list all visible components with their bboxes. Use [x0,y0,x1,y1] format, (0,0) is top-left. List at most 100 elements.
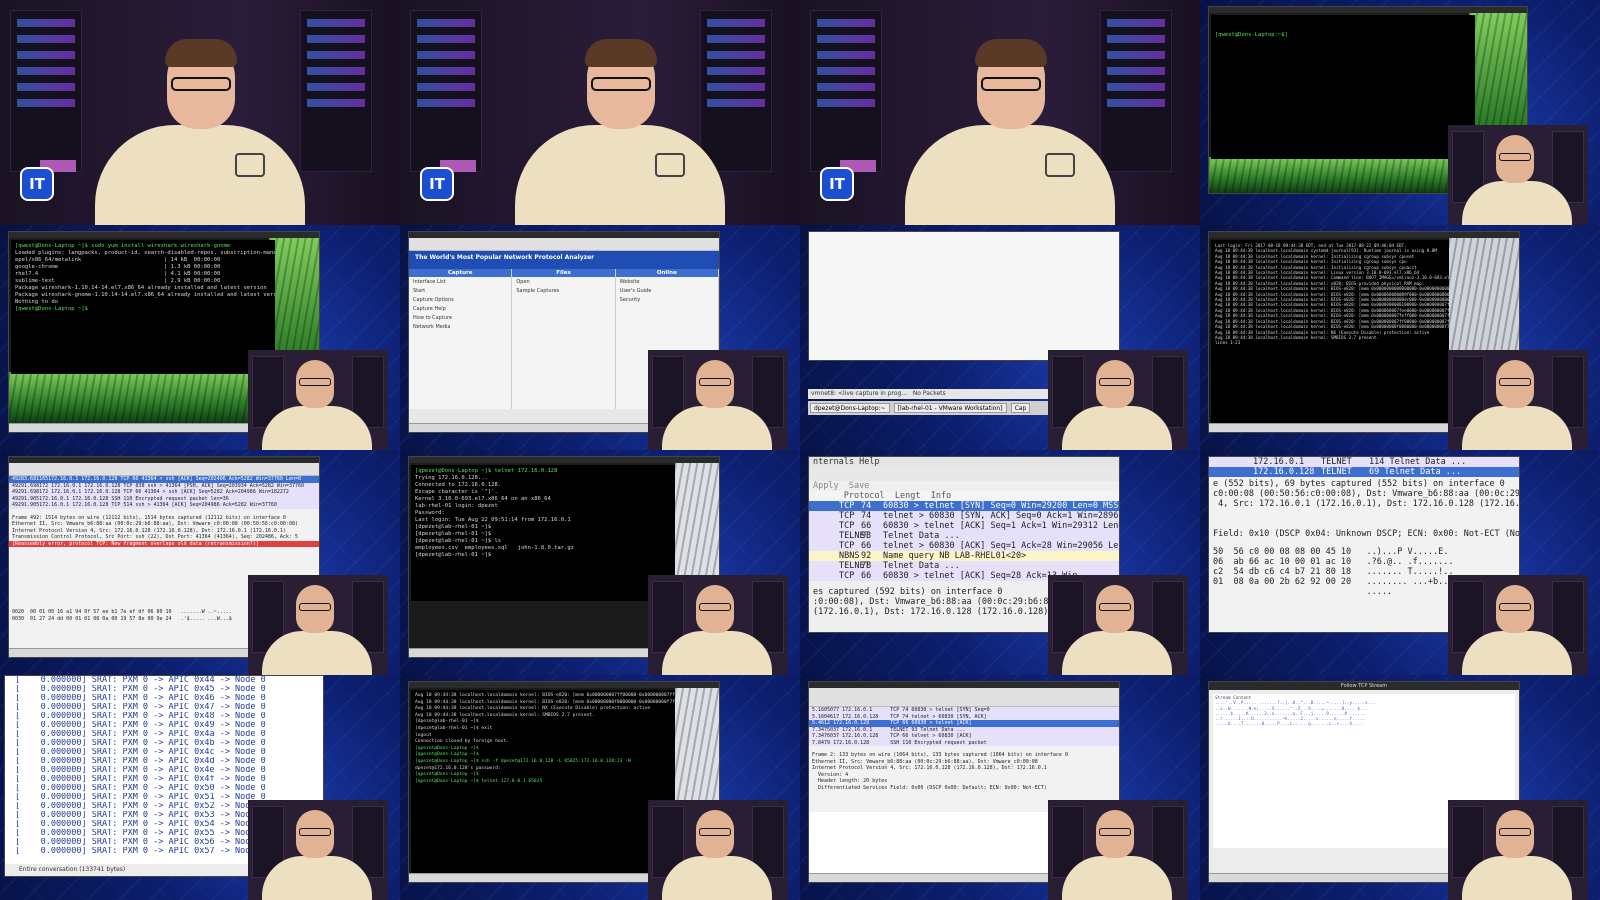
terminal-line: Aug 18 09:44:38 localhost.localdomain ke… [415,706,651,712]
packet-info: 60830 > telnet [SYN] Seq=0 Win=29200 Len… [883,501,1119,511]
packet-row[interactable]: NBNS 92 Name query NB LAB-RHEL01<20> [809,551,1119,561]
packet-proto: TCP [839,541,855,551]
packet-details[interactable]: Frame 492: 1514 bytes on wire (12112 bit… [9,515,319,541]
thumbnail-ssh-capture[interactable]: 49283.681165172.16.0.1 172.16.0.128 TCP … [0,450,400,675]
protocol-header[interactable]: Protocol [844,491,885,501]
welcome-column-title: Online [615,269,718,277]
presenter [905,25,1115,225]
terminal-line: epel/x86_64/metalink | 14 kB 00:00:00 [15,257,221,263]
thumbnail-live-capture[interactable]: vmnet8: <live capture in prog... No Pack… [800,225,1200,450]
welcome-link[interactable]: Open [516,279,610,286]
terminal-line: Nothing to do [15,299,59,305]
presenter-pip [1048,575,1188,675]
thumbnail-host-3[interactable]: IT [800,0,1200,225]
welcome-link[interactable]: Security [620,297,714,304]
thumbnail-telnet-login[interactable]: [qpezet@Dons-Laptop ~]$ telnet 172.16.0.… [400,450,800,675]
stream-line: .....U....7.......0.....P....L......q...… [1215,722,1363,728]
welcome-link[interactable]: User's Guide [620,288,714,295]
packet-list[interactable]: TCP 74 60830 > telnet [SYN] Seq=0 Win=2920… [809,501,1119,581]
packet-row[interactable]: 172.16.0.1 TELNET 114 Telnet Data ... [1209,457,1519,467]
stream-line: [ 0.000000] SRAT: PXM 0 -> APIC 0x4e -> … [15,766,266,775]
thumbnail-host-2[interactable]: IT [400,0,800,225]
packet-info: telnet > 60830 [ACK] Seq=1 Ack=28 Win=29… [883,541,1119,551]
terminal-line: [qpezet@Dons-Laptop ~]$ [415,772,479,778]
presenter-pip [1448,350,1588,450]
apply-button[interactable]: Apply [813,481,839,491]
terminal-line: [qwest@Dons-Laptop ~]$ sudo yum install … [15,243,231,249]
presenter [515,25,725,225]
welcome-link[interactable]: Start [413,288,507,295]
packet-len: 66 [861,571,872,581]
terminal-line: [dpezet@lab-rhel-01 ~]$ ls [415,538,502,544]
packet-row: 49291.698172 172.16.0.1 172.16.0.128 TCP… [9,489,319,496]
thumbnail-wireshark-welcome[interactable]: The World's Most Popular Network Protoco… [400,225,800,450]
server-rack [810,10,882,172]
terminal-window[interactable]: [qwest@Dons-Laptop ~]$ sudo yum install … [11,240,275,374]
packet-proto: TELNET [1321,467,1352,477]
thumbnail-host-1[interactable]: IT [0,0,400,225]
packet-list[interactable]: 49283.681165172.16.0.1 172.16.0.128 TCP … [9,476,319,509]
stream-line: [ 0.000000] SRAT: PXM 0 -> APIC 0x44 -> … [15,676,266,685]
terminal-window[interactable]: [qpezet@Dons-Laptop ~]$ telnet 172.16.0.… [411,465,681,601]
packet-row[interactable]: TCP 66 telnet > 60830 [ACK] Seq=1 Ack=28 W… [809,541,1119,551]
terminal-line: Password: [415,510,445,516]
presenter-pip [248,575,388,675]
presenter-pip [648,575,788,675]
welcome-link[interactable]: Sample Captures [516,288,610,295]
info-header[interactable]: Info [931,491,951,501]
terminal-window[interactable]: Aug 18 09:44:38 localhost.localdomain ke… [411,690,681,874]
packet-info: Telnet Data ... [883,561,960,571]
packet-len: 74 [861,501,872,511]
stream-line: [ 0.000000] SRAT: PXM 0 -> APIC 0x4f -> … [15,775,266,784]
stream-line: [ 0.000000] SRAT: PXM 0 -> APIC 0x48 -> … [15,712,266,721]
packet-row[interactable]: TELNET93 Telnet Data ... [809,531,1119,541]
welcome-link[interactable]: Network Media [413,324,507,331]
terminal-line: Trying 172.16.0.128... [415,475,488,481]
presenter-pip [1448,125,1588,225]
menu-internals[interactable]: nternals [813,457,854,467]
welcome-link[interactable]: Interface List [413,279,507,286]
thumbnail-empty-terminal[interactable]: [qwest@Dons-Laptop:~$] [1200,0,1600,225]
toolbar [809,467,1119,481]
packet-row[interactable]: TCP 74 60830 > telnet [SYN] Seq=0 Win=2920… [809,501,1119,511]
packet-details[interactable]: Frame 2: 133 bytes on wire (1064 bits), … [809,752,1119,791]
welcome-link[interactable]: How to Capture [413,315,507,322]
packet-len: 66 [861,521,872,531]
packet-details[interactable]: e (552 bits), 69 bytes captured (552 bit… [1209,479,1519,539]
terminal-line: Escape character is '^]'. [415,489,498,495]
taskbar-item[interactable]: [lab-rhel-01 - VMware Workstation] [893,403,1007,413]
length-header[interactable]: Lengt [895,491,921,501]
packet-row[interactable]: 172.16.0.128 TELNET 69 Telnet Data ... [1209,467,1519,477]
packet-row[interactable]: TCP 74 telnet > 60830 [SYN, ACK] Seq=0 Ack… [809,511,1119,521]
taskbar-item[interactable]: dpezet@Dons-Laptop:~ [810,403,890,413]
packet-proto: TELNET [839,561,870,571]
thumbnail-yum-install[interactable]: [qwest@Dons-Laptop ~]$ sudo yum install … [0,225,400,450]
stream-line: [ 0.000000] SRAT: PXM 0 -> APIC 0x4a -> … [15,730,266,739]
taskbar-item[interactable]: Cap [1010,403,1031,413]
reassembly-error: [Reassembly error, protocol TCP: New fra… [9,540,319,547]
thumbnail-tcp-details[interactable]: 5.1605077 172.16.0.1 TCP 74 60830 > teln… [800,675,1200,900]
packet-row[interactable]: TCP 66 60830 > telnet [ACK] Seq=1 Ack=1 Wi… [809,521,1119,531]
thumbnail-ssh-tunnel[interactable]: Aug 18 09:44:38 localhost.localdomain ke… [400,675,800,900]
thumbnail-telnet-packets[interactable]: nternals Help Apply Save Protocol Lengt … [800,450,1200,675]
capture-window [808,231,1120,361]
detail-line: 4, Src: 172.16.0.1 (172.16.0.1), Dst: 17… [1213,499,1519,509]
thumbnail-follow-stream[interactable]: Follow TCP Stream Stream Content ....'..V… [1200,675,1600,900]
terminal-window[interactable]: Last login: Fri 2017-08-18 09:44:38 EDT,… [1211,240,1455,430]
thumbnail-srat-stream[interactable]: [ 0.000000] SRAT: PXM 0 -> APIC 0x44 -> … [0,675,400,900]
thumbnail-telnet-detail[interactable]: 172.16.0.1 TELNET 114 Telnet Data ... 172.1… [1200,450,1600,675]
terminal-window[interactable]: [qwest@Dons-Laptop:~$] [1211,15,1475,159]
thumbnail-journal-log[interactable]: Last login: Fri 2017-08-18 09:44:38 EDT,… [1200,225,1600,450]
packet-list[interactable]: 172.16.0.1 TELNET 114 Telnet Data ... 172.1… [1209,457,1519,477]
menu-help[interactable]: Help [859,457,879,467]
packet-row[interactable]: TELNET78 Telnet Data ... [809,561,1119,571]
save-button[interactable]: Save [849,481,869,491]
welcome-link[interactable]: Capture Options [413,297,507,304]
terminal-line: lines 1-23 [1215,340,1241,346]
terminal-line: Package wireshark-1.10.14-14.el7.x86_64 … [15,285,267,291]
welcome-link[interactable]: Website [620,279,714,286]
presenter-pip [1448,575,1588,675]
welcome-link[interactable]: Capture Help [413,306,507,313]
packet-row: 7.8479 172.16.0.128 SSH 110 Encrypted re… [809,739,1119,746]
packet-list[interactable]: 5.1605077 172.16.0.1 TCP 74 60830 > teln… [809,707,1119,746]
